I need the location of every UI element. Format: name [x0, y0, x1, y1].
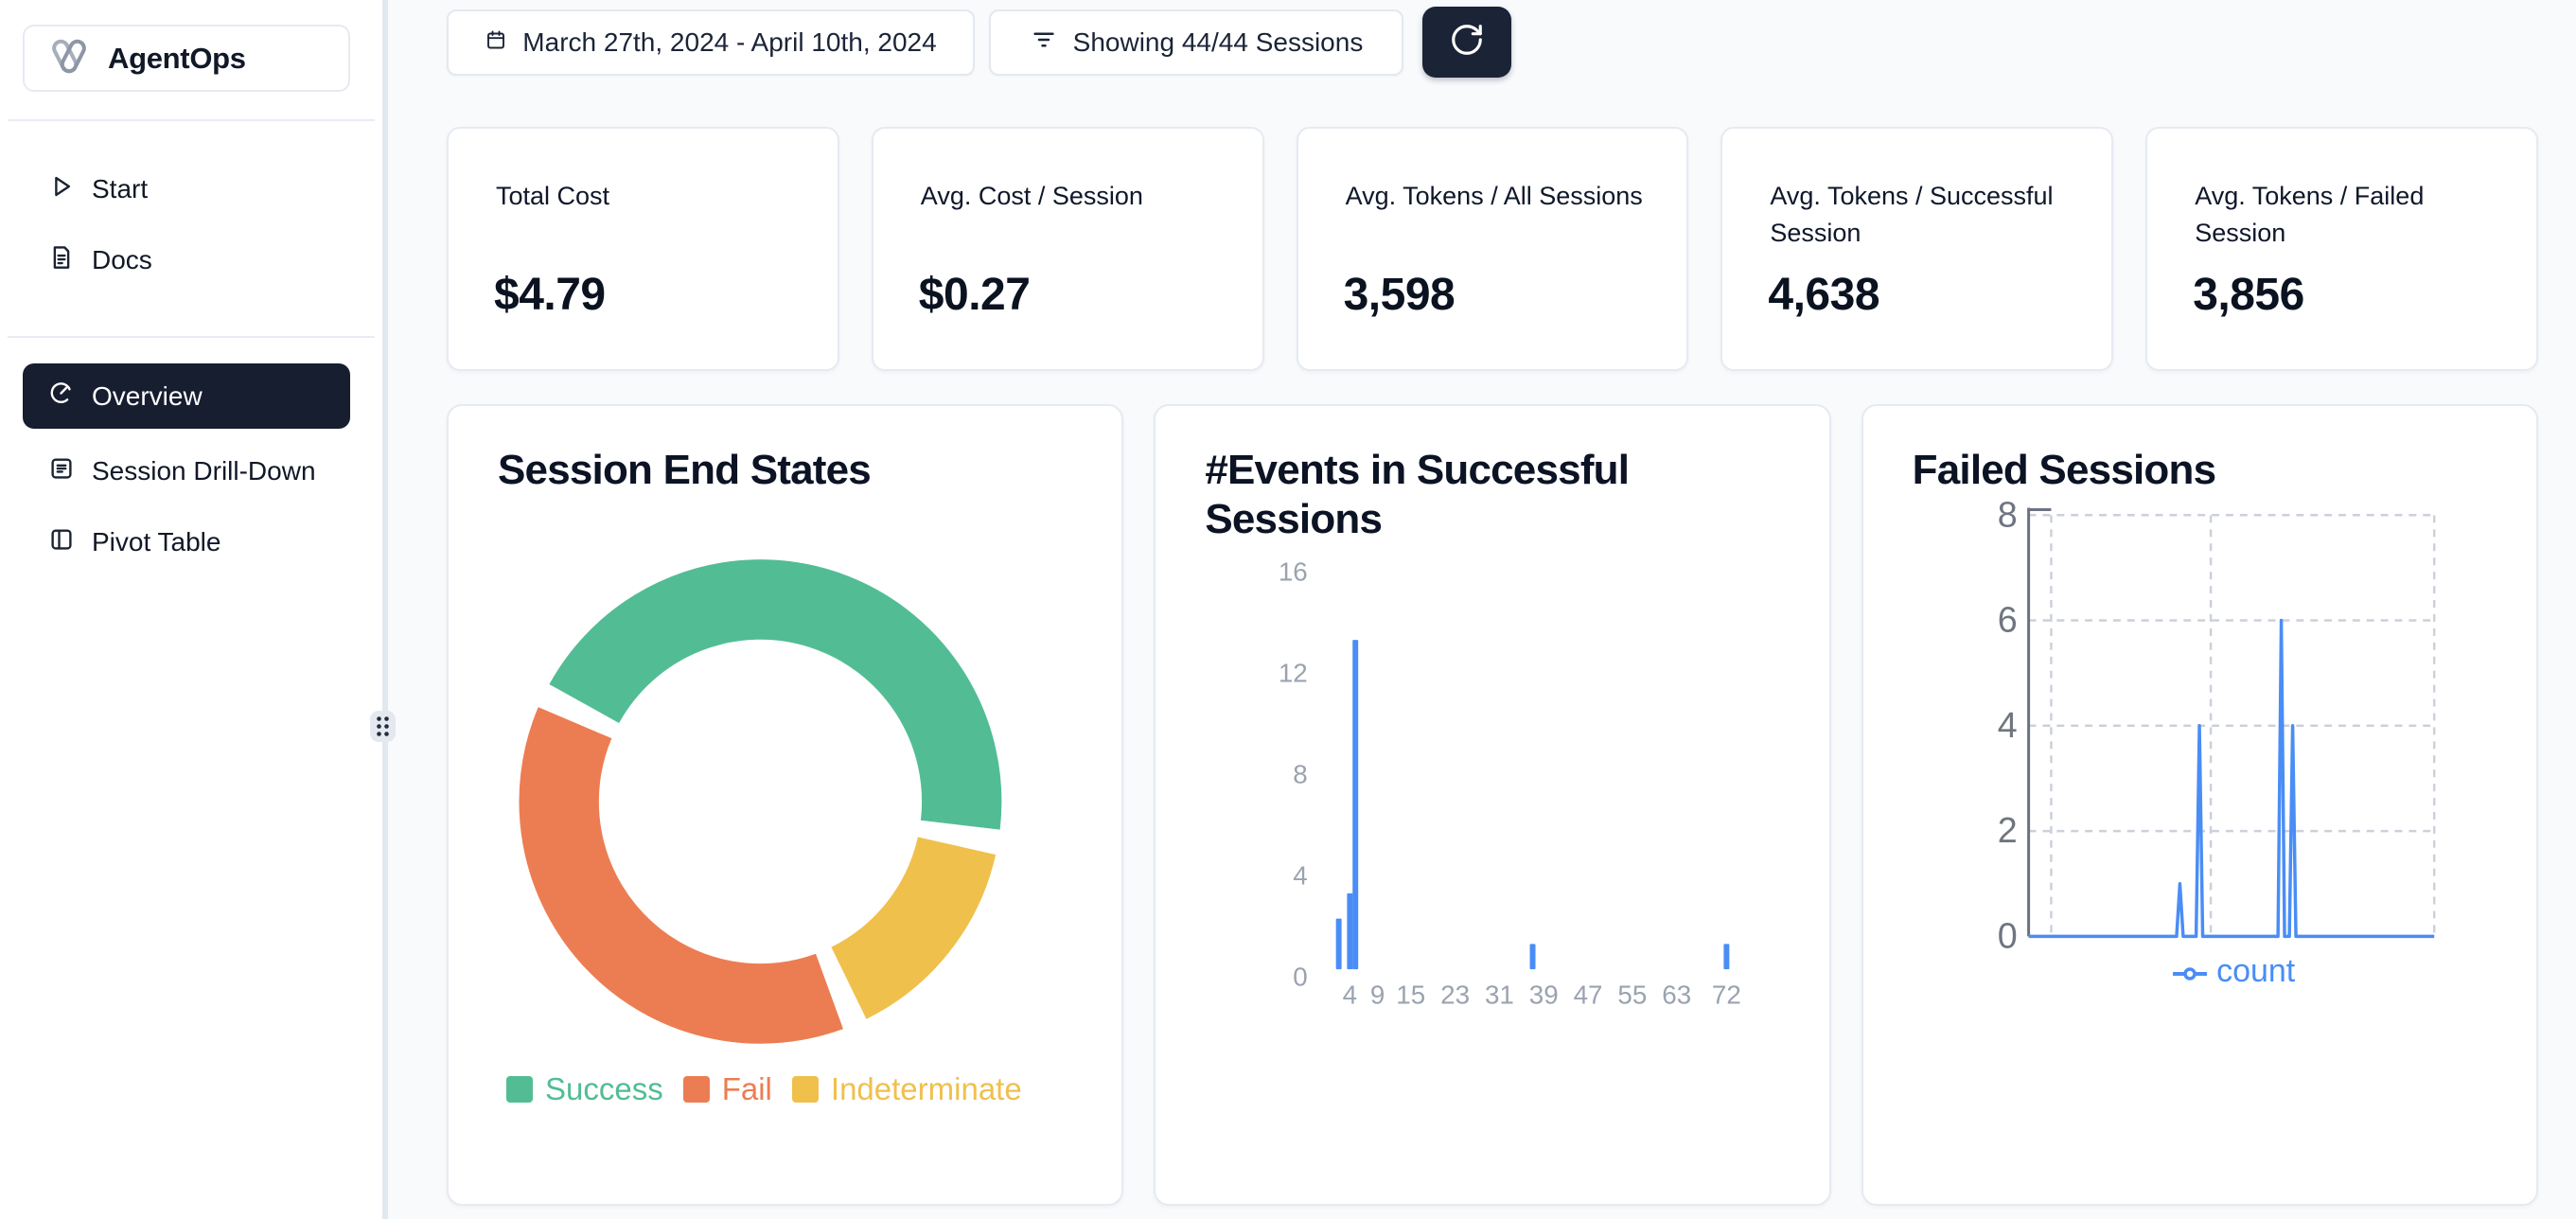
- line-series-label: count: [2216, 953, 2295, 990]
- main-content: March 27th, 2024 - April 10th, 2024 Show…: [388, 0, 2576, 1219]
- svg-text:4: 4: [1997, 706, 2017, 746]
- svg-text:15: 15: [1397, 980, 1426, 1010]
- sidebar-item-start[interactable]: Start: [23, 161, 350, 218]
- date-range-button[interactable]: March 27th, 2024 - April 10th, 2024: [447, 9, 975, 76]
- stat-card: Avg. Tokens / Successful Session 4,638: [1720, 127, 2113, 371]
- agentops-logo-icon: [47, 34, 91, 82]
- stat-value: 3,598: [1344, 269, 1456, 321]
- legend-item-success[interactable]: Success: [506, 1071, 663, 1107]
- panel-session-end-states: Session End States SuccessFailIndetermin…: [447, 404, 1123, 1206]
- legend-label: Fail: [722, 1071, 772, 1107]
- gauge-icon: [47, 379, 76, 414]
- stat-label: Total Cost: [496, 178, 796, 215]
- svg-text:0: 0: [1997, 916, 2017, 956]
- stat-card: Avg. Cost / Session $0.27: [872, 127, 1264, 371]
- svg-text:9: 9: [1370, 980, 1385, 1010]
- line-chart-legend[interactable]: count: [2030, 953, 2439, 990]
- list-box-icon: [47, 454, 76, 489]
- stat-value: $0.27: [919, 269, 1031, 321]
- refresh-icon: [1449, 22, 1485, 62]
- filter-lines-icon: [1030, 26, 1058, 61]
- legend-label: Success: [545, 1071, 663, 1107]
- sidebar-item-label: Overview: [92, 381, 203, 412]
- svg-text:63: 63: [1663, 980, 1692, 1010]
- legend-swatch: [792, 1076, 819, 1103]
- sidebar-item-label: Start: [92, 174, 148, 204]
- calendar-icon: [485, 27, 507, 58]
- panel-events-in-successful-sessions: #Events in Successful Sessions 048121649…: [1154, 404, 1830, 1206]
- svg-text:0: 0: [1294, 963, 1308, 992]
- svg-text:16: 16: [1279, 557, 1308, 587]
- sidebar-item-docs[interactable]: Docs: [23, 232, 350, 289]
- sidebar-nav-top: Start Docs: [23, 161, 350, 289]
- split-panel-icon: [47, 525, 76, 560]
- svg-text:12: 12: [1279, 659, 1308, 688]
- svg-text:4: 4: [1294, 861, 1308, 891]
- stat-card: Total Cost $4.79: [447, 127, 839, 371]
- donut-legend: Success Fail Indeterminate: [506, 1071, 1022, 1107]
- svg-text:8: 8: [1997, 495, 2017, 535]
- svg-text:47: 47: [1574, 980, 1603, 1010]
- legend-item-indeterminate[interactable]: Indeterminate: [792, 1071, 1022, 1107]
- stat-value: 4,638: [1768, 269, 1879, 321]
- svg-text:72: 72: [1712, 980, 1741, 1010]
- stat-card: Avg. Tokens / Failed Session 3,856: [2145, 127, 2538, 371]
- svg-text:8: 8: [1294, 760, 1308, 789]
- svg-text:4: 4: [1343, 980, 1357, 1010]
- sidebar-item-label: Pivot Table: [92, 527, 221, 557]
- app-title: AgentOps: [108, 42, 246, 76]
- svg-text:31: 31: [1485, 980, 1514, 1010]
- sidebar-item-pivot-table[interactable]: Pivot Table: [23, 514, 350, 571]
- stat-value: 3,856: [2193, 269, 2304, 321]
- legend-swatch: [683, 1076, 710, 1103]
- stat-label: Avg. Tokens / Successful Session: [1770, 178, 2070, 252]
- play-icon: [47, 172, 76, 207]
- date-range-label: March 27th, 2024 - April 10th, 2024: [522, 27, 936, 58]
- sidebar-item-label: Session Drill-Down: [92, 456, 316, 486]
- stat-label: Avg. Tokens / All Sessions: [1346, 178, 1646, 215]
- sidebar-item-overview[interactable]: Overview: [23, 363, 350, 429]
- stat-label: Avg. Cost / Session: [921, 178, 1221, 215]
- panel-failed-sessions: Failed Sessions 86420 count: [1861, 404, 2538, 1206]
- stat-label: Avg. Tokens / Failed Session: [2195, 178, 2495, 252]
- app-logo[interactable]: AgentOps: [23, 25, 350, 92]
- topbar: March 27th, 2024 - April 10th, 2024 Show…: [447, 9, 2538, 78]
- charts-row: Session End States SuccessFailIndetermin…: [447, 404, 2538, 1206]
- sidebar-item-label: Docs: [92, 245, 152, 275]
- svg-text:39: 39: [1529, 980, 1559, 1010]
- stat-value: $4.79: [494, 269, 606, 321]
- svg-text:23: 23: [1440, 980, 1470, 1010]
- sidebar-item-session-drill-down[interactable]: Session Drill-Down: [23, 443, 350, 500]
- bar-chart[interactable]: 0481216491523313947556372: [1156, 406, 1828, 1204]
- line-chart[interactable]: 8 6 4 2 0: [1863, 406, 2536, 1204]
- sessions-filter-label: Showing 44/44 Sessions: [1073, 27, 1364, 58]
- refresh-button[interactable]: [1422, 7, 1511, 78]
- svg-text:55: 55: [1618, 980, 1648, 1010]
- sessions-filter-button[interactable]: Showing 44/44 Sessions: [989, 9, 1403, 76]
- stats-row: Total Cost$4.79Avg. Cost / Session$0.27A…: [447, 127, 2538, 371]
- svg-text:2: 2: [1997, 811, 2017, 851]
- legend-label: Indeterminate: [831, 1071, 1022, 1107]
- stat-card: Avg. Tokens / All Sessions 3,598: [1297, 127, 1689, 371]
- document-icon: [47, 243, 76, 278]
- sidebar-divider: [8, 119, 375, 121]
- sidebar-nav-main: Overview Session Drill-Down Pivot Table: [23, 363, 350, 571]
- svg-text:6: 6: [1997, 600, 2017, 640]
- legend-item-fail[interactable]: Fail: [683, 1071, 772, 1107]
- sidebar-divider: [8, 336, 375, 338]
- line-series-marker-icon: [2173, 953, 2207, 990]
- sidebar: AgentOps Start Docs Overview Session Drill…: [0, 0, 382, 1219]
- legend-swatch: [506, 1076, 533, 1103]
